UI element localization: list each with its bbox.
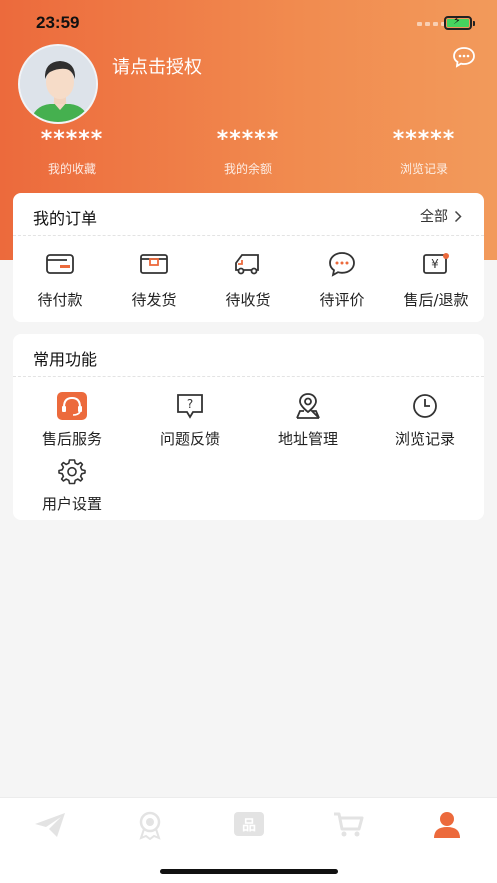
divider	[13, 235, 484, 236]
tab-profile[interactable]	[427, 810, 467, 840]
svg-text:¥: ¥	[431, 257, 439, 271]
stat-value: *****	[392, 127, 456, 152]
stat-label: 我的余额	[223, 162, 272, 176]
signal-icon	[417, 22, 446, 26]
svg-text:?: ?	[187, 397, 193, 411]
stat-value: *****	[40, 127, 104, 152]
truck-icon	[201, 249, 295, 279]
svg-text:品: 品	[242, 818, 256, 834]
functions-card: 常用功能 售后服务 ? 问题反馈 地址管理 浏览记录 用户设置	[13, 334, 484, 520]
send-icon	[35, 813, 65, 837]
award-icon	[139, 811, 161, 840]
stats-row: ***** 我的收藏 ***** 我的余额 ***** 浏览记录	[0, 127, 497, 187]
order-after-sales-refund[interactable]: ¥ 售后/退款	[389, 249, 483, 310]
order-label: 待收货	[225, 291, 271, 309]
status-time: 23:59	[36, 13, 80, 32]
func-address-management[interactable]: 地址管理	[249, 391, 367, 449]
products-icon: 品	[234, 812, 264, 836]
tab-awards[interactable]	[130, 810, 170, 840]
wallet-icon	[13, 249, 107, 279]
func-feedback[interactable]: ? 问题反馈	[131, 391, 249, 449]
gear-icon	[13, 456, 131, 486]
func-label: 浏览记录	[394, 430, 455, 448]
stat-label: 浏览记录	[399, 162, 448, 176]
order-label: 待付款	[37, 291, 83, 309]
func-label: 用户设置	[41, 495, 102, 513]
stat-label: 我的收藏	[47, 162, 96, 176]
user-icon	[434, 812, 460, 838]
avatar-icon	[20, 46, 96, 122]
battery-icon: ⚡	[444, 14, 475, 30]
stat-favorites[interactable]: ***** 我的收藏	[0, 127, 152, 177]
cart-icon	[334, 812, 364, 837]
order-label: 待发货	[131, 291, 177, 309]
location-icon	[249, 391, 367, 421]
order-pending-payment[interactable]: 待付款	[13, 249, 107, 310]
divider	[13, 376, 484, 377]
order-label: 待评价	[319, 291, 365, 309]
stat-history[interactable]: ***** 浏览记录	[344, 127, 497, 177]
order-label: 售后/退款	[403, 291, 469, 309]
order-pending-receipt[interactable]: 待收货	[201, 249, 295, 310]
func-label: 售后服务	[41, 430, 102, 448]
order-pending-review[interactable]: 待评价	[295, 249, 389, 310]
customer-service-icon	[13, 391, 131, 421]
order-pending-shipment[interactable]: 待发货	[107, 249, 201, 310]
func-after-sales-service[interactable]: 售后服务	[13, 391, 131, 449]
avatar[interactable]	[18, 44, 98, 124]
feedback-icon: ?	[131, 391, 249, 421]
tab-cart[interactable]	[328, 810, 368, 840]
orders-all-label: 全部	[420, 209, 448, 225]
func-browse-history[interactable]: 浏览记录	[366, 391, 484, 449]
stat-value: *****	[216, 127, 280, 152]
message-icon[interactable]	[452, 46, 476, 72]
func-user-settings[interactable]: 用户设置	[13, 456, 131, 514]
stat-balance[interactable]: ***** 我的余额	[168, 127, 328, 177]
orders-card: 我的订单 全部 待付款 待发货 待收货 待评价 ¥ 售后/退款	[13, 193, 484, 322]
func-label: 地址管理	[277, 430, 338, 448]
functions-title: 常用功能	[33, 350, 98, 369]
comment-icon	[295, 249, 389, 279]
orders-all-link[interactable]: 全部	[420, 206, 462, 226]
orders-title: 我的订单	[33, 209, 98, 228]
chevron-right-icon	[454, 210, 462, 222]
package-icon	[107, 249, 201, 279]
clock-icon	[366, 391, 484, 421]
authorize-prompt[interactable]: 请点击授权	[112, 53, 202, 79]
status-bar: 23:59 ⚡	[0, 0, 497, 44]
refund-icon: ¥	[389, 249, 483, 279]
tab-products[interactable]: 品	[229, 810, 269, 840]
home-indicator	[160, 869, 338, 874]
tab-home[interactable]	[30, 810, 70, 840]
func-label: 问题反馈	[159, 430, 220, 448]
